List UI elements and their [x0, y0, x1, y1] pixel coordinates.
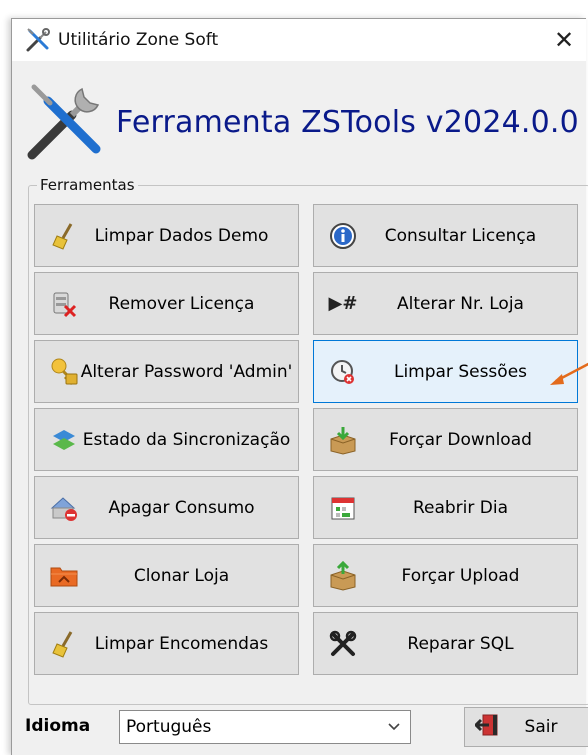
box-download-icon: [328, 425, 358, 455]
remover-licenca-button[interactable]: Remover Licença: [34, 272, 299, 335]
box-upload-icon: [328, 560, 358, 591]
wrench-screwdriver-icon: [328, 629, 358, 659]
button-label: Remover Licença: [108, 293, 255, 314]
key-lock-icon: [49, 357, 79, 387]
window-title: Utilitário Zone Soft: [58, 30, 219, 50]
reabrir-dia-button[interactable]: Reabrir Dia: [313, 476, 578, 539]
button-label: Apagar Consumo: [108, 497, 255, 518]
info-icon: [328, 221, 358, 251]
button-label: Forçar Upload: [401, 565, 520, 586]
button-label: Clonar Loja: [133, 565, 230, 586]
app-heading: Ferramenta ZSTools v2024.0.0: [116, 105, 579, 140]
tools-logo-icon: [27, 84, 101, 160]
apagar-consumo-button[interactable]: Apagar Consumo: [34, 476, 299, 539]
chevron-down-icon: [388, 723, 400, 731]
idioma-label: Idioma: [25, 716, 91, 736]
button-label: Sair: [524, 717, 558, 737]
consultar-licenca-button[interactable]: Consultar Licença: [313, 204, 578, 267]
title-bar: Utilitário Zone Soft ✕: [12, 19, 586, 61]
close-icon: ✕: [553, 26, 575, 54]
forcar-upload-button[interactable]: Forçar Upload: [313, 544, 578, 607]
broom-icon: [49, 629, 79, 659]
orange-arrow-annotation: [550, 362, 588, 385]
folder-icon: [49, 561, 79, 591]
play-hash-icon: ▶#: [328, 293, 358, 314]
button-label: Reabrir Dia: [412, 497, 509, 518]
button-label: Alterar Password 'Admin': [80, 361, 293, 382]
reparar-sql-button[interactable]: Reparar SQL: [313, 612, 578, 675]
button-label: Limpar Encomendas: [94, 633, 269, 654]
button-label: Limpar Sessões: [393, 361, 528, 382]
limpar-encomendas-button[interactable]: Limpar Encomendas: [34, 612, 299, 675]
close-button[interactable]: ✕: [542, 19, 586, 61]
calendar-icon: [328, 493, 358, 523]
exit-door-icon: [473, 712, 503, 743]
groupbox-label: Ferramentas: [37, 176, 138, 194]
limpar-sessoes-button[interactable]: Limpar Sessões: [313, 340, 578, 403]
clonar-loja-button[interactable]: Clonar Loja: [34, 544, 299, 607]
sync-icon: [49, 425, 79, 455]
language-value: Português: [126, 717, 212, 737]
language-select[interactable]: Português: [119, 710, 411, 744]
button-label: Forçar Download: [389, 429, 532, 450]
remove-license-icon: [49, 289, 79, 319]
alterar-password-button[interactable]: Alterar Password 'Admin': [34, 340, 299, 403]
broom-icon: [49, 221, 79, 251]
sair-button[interactable]: Sair: [464, 707, 588, 747]
button-label: Consultar Licença: [384, 225, 537, 246]
button-label: Estado da Sincronização: [82, 429, 291, 450]
tools-icon: [26, 28, 50, 52]
app-window: Utilitário Zone Soft ✕ Ferramenta ZSTool…: [11, 18, 588, 755]
limpar-dados-demo-button[interactable]: Limpar Dados Demo: [34, 204, 299, 267]
button-label: Reparar SQL: [407, 633, 514, 654]
alterar-nr-loja-button[interactable]: ▶# Alterar Nr. Loja: [313, 272, 578, 335]
forcar-download-button[interactable]: Forçar Download: [313, 408, 578, 471]
estado-sincronizacao-button[interactable]: Estado da Sincronização: [34, 408, 299, 471]
button-label: Alterar Nr. Loja: [397, 293, 524, 314]
button-label: Limpar Dados Demo: [94, 225, 269, 246]
clear-sessions-icon: [328, 357, 358, 387]
delete-consumption-icon: [49, 493, 79, 523]
